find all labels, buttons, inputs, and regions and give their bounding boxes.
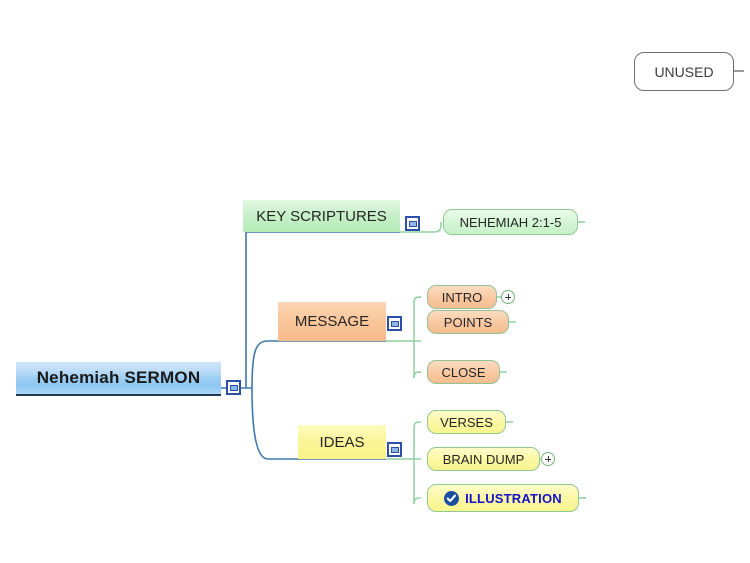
mindmap-canvas: UNUSED Nehemiah SERMON KEY SCRIPTURES NE…	[0, 0, 750, 563]
node-verses-label: VERSES	[440, 414, 493, 430]
node-points-label: POINTS	[443, 314, 493, 330]
node-close[interactable]: CLOSE	[427, 360, 500, 384]
node-ideas-label: IDEAS	[319, 433, 365, 451]
check-circle-icon	[444, 490, 460, 506]
node-illustration-label: ILLUSTRATION	[465, 490, 562, 506]
note-icon-root[interactable]	[226, 380, 241, 395]
expand-icon-intro[interactable]	[501, 290, 515, 304]
node-ideas[interactable]: IDEAS	[298, 425, 386, 459]
node-nehemiah-2-1-5[interactable]: NEHEMIAH 2:1-5	[443, 209, 578, 235]
node-intro[interactable]: INTRO	[427, 285, 497, 309]
node-close-label: CLOSE	[441, 364, 486, 380]
node-verses[interactable]: VERSES	[427, 410, 506, 434]
node-key-scriptures-label: KEY SCRIPTURES	[256, 207, 387, 225]
node-message-label: MESSAGE	[294, 313, 370, 330]
note-icon-ideas[interactable]	[387, 442, 402, 457]
node-unused[interactable]: UNUSED	[634, 52, 734, 91]
node-intro-label: INTRO	[441, 289, 483, 305]
node-root[interactable]: Nehemiah SERMON	[16, 362, 221, 396]
node-key-scriptures[interactable]: KEY SCRIPTURES	[243, 200, 400, 232]
node-brain-dump[interactable]: BRAIN DUMP	[427, 447, 540, 471]
node-brain-dump-label: BRAIN DUMP	[442, 451, 525, 467]
note-icon-message[interactable]	[387, 316, 402, 331]
expand-icon-brain-dump[interactable]	[541, 452, 555, 466]
node-illustration[interactable]: ILLUSTRATION	[427, 484, 579, 512]
note-icon-key-scriptures[interactable]	[405, 216, 420, 231]
node-message[interactable]: MESSAGE	[278, 302, 386, 341]
node-unused-label: UNUSED	[654, 63, 714, 80]
node-root-label: Nehemiah SERMON	[36, 368, 201, 387]
node-nehemiah-2-1-5-label: NEHEMIAH 2:1-5	[459, 214, 562, 230]
node-points[interactable]: POINTS	[427, 310, 509, 334]
